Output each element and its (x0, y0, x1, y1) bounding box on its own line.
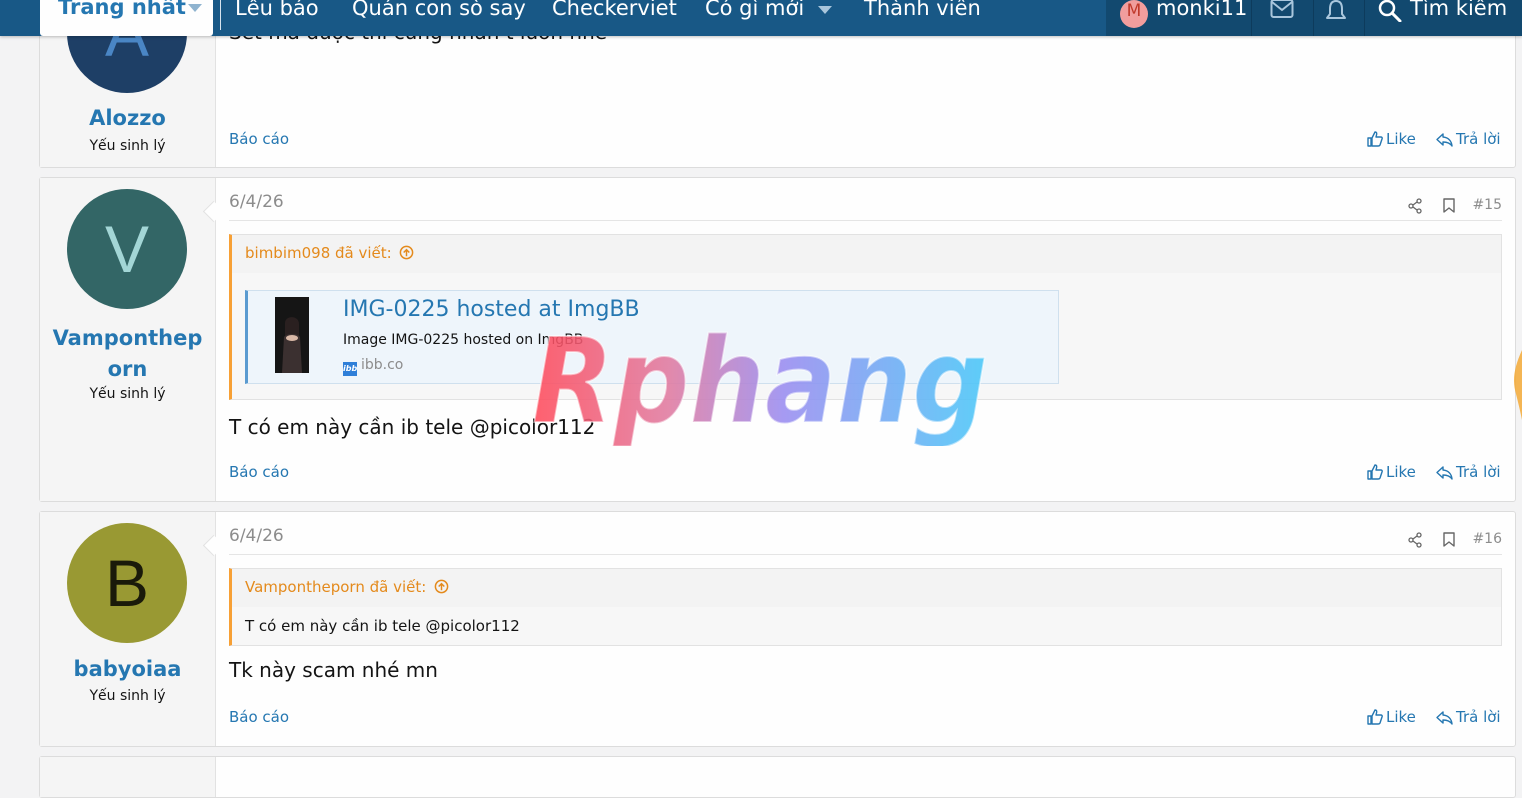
like-button[interactable]: Like (1367, 463, 1416, 481)
post-user-cell (40, 757, 216, 797)
nav-item-thanh-vien[interactable]: Thành viên (864, 0, 981, 20)
post-15: V Vamponthep orn Yếu sinh lý 6/4/26 #15 … (39, 177, 1516, 502)
reply-button[interactable]: Trả lời (1436, 463, 1501, 481)
nav-divider (1313, 0, 1314, 36)
user-title: Yếu sinh lý (89, 386, 166, 402)
username-line-2: orn (107, 357, 148, 381)
quote-author-label: bimbim098 đã viết: (245, 244, 392, 262)
chevron-down-icon[interactable] (188, 4, 202, 12)
nav-divider (1364, 0, 1365, 36)
nav-divider (1251, 0, 1252, 36)
reply-label: Trả lời (1456, 463, 1501, 481)
user-avatar[interactable]: M (1120, 0, 1148, 28)
like-label: Like (1386, 130, 1416, 148)
post-date[interactable]: 6/4/26 (229, 526, 284, 546)
search-icon[interactable] (1378, 0, 1402, 22)
post-header-divider (229, 220, 1502, 221)
nav-item-quan-con-so-say[interactable]: Quán con sò say (352, 0, 526, 20)
avatar[interactable]: B (67, 523, 187, 643)
post-user-cell: V Vamponthep orn Yếu sinh lý (40, 178, 216, 501)
bell-icon[interactable] (1325, 0, 1347, 22)
quote-block: Vampontheporn đã viết: T có em này cần i… (229, 568, 1502, 646)
post-user-cell: B babyoiaa Yếu sinh lý (40, 512, 216, 746)
reply-icon (1436, 466, 1453, 480)
share-icon[interactable] (1407, 198, 1423, 214)
chevron-down-icon[interactable] (818, 6, 832, 14)
user-title: Yếu sinh lý (89, 138, 166, 154)
embed-domain-label: ibb.co (361, 357, 404, 373)
flame-decoration-icon (1514, 350, 1522, 420)
like-label: Like (1386, 463, 1416, 481)
nav-item-co-gi-moi[interactable]: Có gì mới (705, 0, 804, 20)
embed-thumbnail[interactable] (275, 297, 309, 373)
post-message: T có em này cần ib tele @picolor112 (229, 415, 596, 439)
like-button[interactable]: Like (1367, 708, 1416, 726)
report-link[interactable]: Báo cáo (229, 130, 289, 148)
nav-tab-home[interactable]: Trang nhất (40, 0, 221, 36)
link-embed[interactable]: IMG-0225 hosted at ImgBB Image IMG-0225 … (245, 290, 1059, 384)
user-navigation: M monki11 Tìm kiếm (1106, 0, 1522, 36)
reply-label: Trả lời (1456, 130, 1501, 148)
reply-label: Trả lời (1456, 708, 1501, 726)
nav-tab-home-label: Trang nhất (58, 0, 186, 19)
quote-block: bimbim098 đã viết: IMG-0225 hosted at Im… (229, 234, 1502, 400)
embed-description: Image IMG-0225 hosted on ImgBB (343, 332, 584, 348)
mail-icon[interactable] (1270, 0, 1294, 20)
username[interactable]: babyoiaa (40, 654, 215, 685)
embed-title[interactable]: IMG-0225 hosted at ImgBB (343, 297, 640, 322)
thumbs-up-icon (1367, 464, 1383, 480)
top-navigation: Trang nhất Lều báo Quán con sò say Check… (0, 0, 1522, 36)
like-label: Like (1386, 708, 1416, 726)
nav-tab-separator (220, 0, 221, 30)
quote-text: T có em này cần ib tele @picolor112 (245, 617, 520, 635)
report-link[interactable]: Báo cáo (229, 708, 289, 726)
reply-button[interactable]: Trả lời (1436, 708, 1501, 726)
avatar[interactable]: V (67, 189, 187, 309)
post-number[interactable]: #15 (1472, 197, 1502, 213)
arrow-up-circle-icon[interactable] (434, 579, 449, 594)
reply-icon (1436, 711, 1453, 725)
ibb-favicon-icon: ibb (343, 362, 357, 376)
post-message: Tk này scam nhé mn (229, 658, 438, 682)
username-line-1: Vamponthep (52, 326, 203, 350)
quote-author-label: Vampontheporn đã viết: (245, 578, 427, 596)
user-menu-link[interactable]: monki11 (1156, 0, 1247, 20)
username[interactable]: Vamponthep orn (40, 323, 215, 385)
photo-thumbnail-image (275, 297, 309, 373)
arrow-up-circle-icon[interactable] (399, 245, 414, 260)
share-icon[interactable] (1407, 532, 1423, 548)
embed-domain[interactable]: ibb ibb.co (343, 357, 403, 376)
thumbs-up-icon (1367, 131, 1383, 147)
quote-author[interactable]: Vampontheporn đã viết: (245, 578, 449, 596)
thumbs-up-icon (1367, 709, 1383, 725)
post-date[interactable]: 6/4/26 (229, 192, 284, 212)
bookmark-icon[interactable] (1443, 532, 1455, 547)
post-number[interactable]: #16 (1472, 531, 1502, 547)
post-next-partial (39, 756, 1516, 798)
like-button[interactable]: Like (1367, 130, 1416, 148)
post-header-divider (229, 554, 1502, 555)
quote-author[interactable]: bimbim098 đã viết: (245, 244, 414, 262)
post-16: B babyoiaa Yếu sinh lý 6/4/26 #16 Vampon… (39, 511, 1516, 747)
report-link[interactable]: Báo cáo (229, 463, 289, 481)
nav-item-leu-bao[interactable]: Lều báo (235, 0, 319, 20)
user-title: Yếu sinh lý (89, 688, 166, 704)
reply-icon (1436, 133, 1453, 147)
search-link[interactable]: Tìm kiếm (1410, 0, 1507, 20)
nav-item-checkerviet[interactable]: Checkerviet (552, 0, 677, 20)
quote-header-bg (232, 235, 1501, 273)
username[interactable]: Alozzo (40, 103, 215, 134)
reply-button[interactable]: Trả lời (1436, 130, 1501, 148)
bookmark-icon[interactable] (1443, 198, 1455, 213)
